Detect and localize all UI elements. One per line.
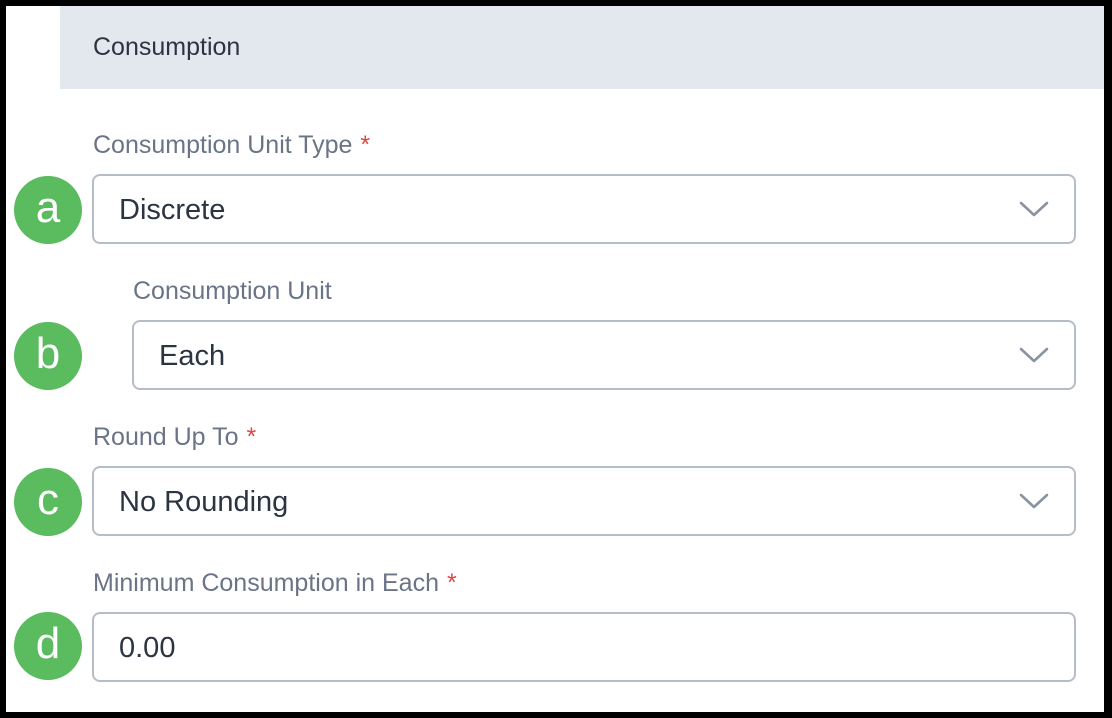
min-consumption-label-text: Minimum Consumption in Each (93, 569, 439, 597)
consumption-panel: Consumption Consumption Unit Type * a Dis… (6, 6, 1104, 712)
callout-badge-d: d (14, 612, 82, 680)
required-marker: * (246, 423, 257, 451)
chevron-down-icon (1019, 493, 1049, 509)
chevron-down-icon (1019, 347, 1049, 363)
min-consumption-input[interactable]: 0.00 (92, 612, 1076, 682)
unit-type-select[interactable]: Discrete (92, 174, 1076, 244)
round-up-label: Round Up To * (93, 422, 256, 452)
unit-label: Consumption Unit (133, 276, 332, 306)
unit-type-value: Discrete (119, 194, 226, 226)
min-consumption-label: Minimum Consumption in Each * (93, 568, 457, 598)
unit-type-label: Consumption Unit Type * (93, 130, 370, 160)
section-title: Consumption (93, 33, 241, 61)
callout-badge-c: c (14, 468, 82, 536)
required-marker: * (446, 569, 457, 597)
min-consumption-value: 0.00 (119, 632, 176, 664)
callout-badge-b: b (14, 322, 82, 390)
unit-label-text: Consumption Unit (133, 277, 332, 305)
unit-select[interactable]: Each (132, 320, 1076, 390)
unit-type-label-text: Consumption Unit Type (93, 131, 353, 159)
unit-value: Each (159, 340, 226, 372)
section-header: Consumption (60, 6, 1104, 89)
chevron-down-icon (1019, 201, 1049, 217)
required-marker: * (360, 131, 371, 159)
round-up-value: No Rounding (119, 486, 289, 518)
round-up-label-text: Round Up To (93, 423, 239, 451)
callout-badge-a: a (14, 176, 82, 244)
round-up-select[interactable]: No Rounding (92, 466, 1076, 536)
